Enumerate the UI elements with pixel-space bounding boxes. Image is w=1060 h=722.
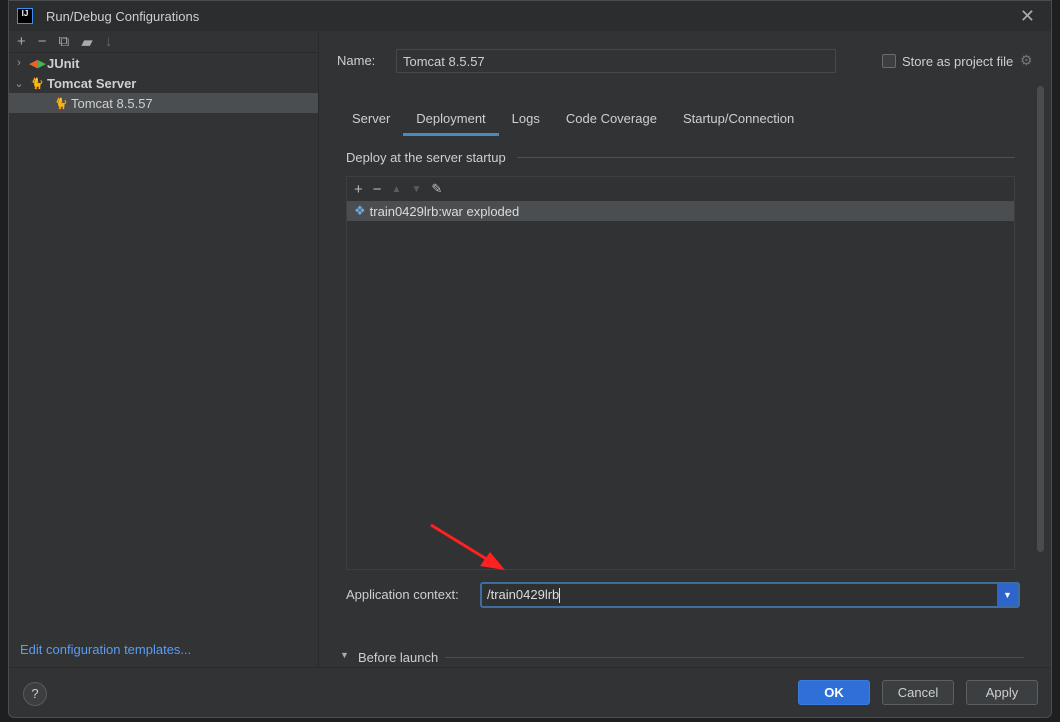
annotation-arrow (430, 523, 505, 570)
